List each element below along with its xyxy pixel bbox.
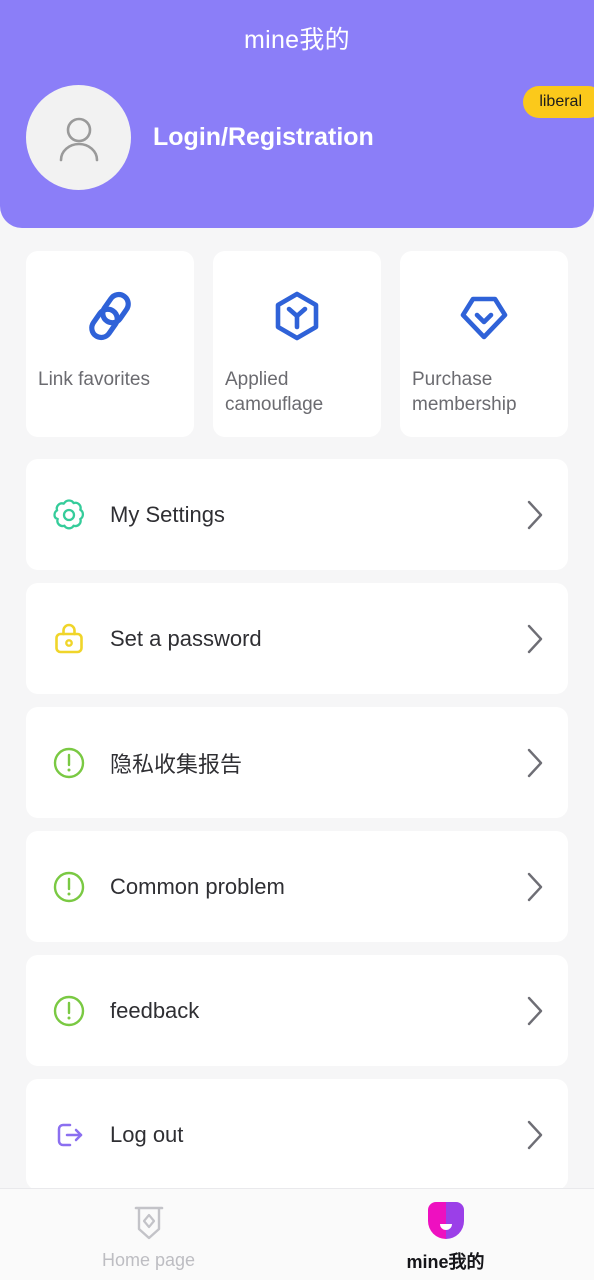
- list-item-label: feedback: [110, 997, 200, 1023]
- card-label: Purchase membership: [412, 369, 517, 415]
- banner-diamond-icon: [130, 1202, 168, 1244]
- card-link-favorites[interactable]: Link favorites: [26, 251, 194, 437]
- bottom-tab-bar: Home page mine我的: [0, 1188, 594, 1280]
- alert-circle-icon: [50, 744, 88, 782]
- card-label: Link favorites: [38, 369, 150, 390]
- alert-circle-icon: [50, 992, 88, 1030]
- chain-link-icon: [38, 285, 182, 347]
- list-item-log-out[interactable]: Log out: [26, 1079, 568, 1190]
- settings-list: My Settings Set a password 隐私收集报告 Common…: [26, 459, 568, 1190]
- profile-circle-icon: [426, 1200, 466, 1242]
- list-item-privacy-report[interactable]: 隐私收集报告: [26, 707, 568, 818]
- tab-home-page[interactable]: Home page: [0, 1189, 297, 1280]
- tab-label: Home page: [101, 1250, 196, 1270]
- chevron-right-icon[interactable]: [524, 622, 546, 656]
- card-label: Applied camouflage: [225, 369, 324, 415]
- page-header: mine我的 Login/Registration liberal: [0, 0, 594, 228]
- tab-label: mine我的: [406, 1251, 485, 1272]
- chevron-right-icon[interactable]: [524, 746, 546, 780]
- status-badge[interactable]: liberal: [523, 86, 594, 118]
- list-item-label: Set a password: [110, 625, 262, 651]
- chevron-right-icon[interactable]: [524, 1118, 546, 1152]
- alert-circle-icon: [50, 868, 88, 906]
- login-registration-label[interactable]: Login/Registration: [153, 123, 374, 152]
- chevron-right-icon[interactable]: [524, 994, 546, 1028]
- list-item-feedback[interactable]: feedback: [26, 955, 568, 1066]
- avatar[interactable]: [26, 85, 131, 190]
- list-item-common-problem[interactable]: Common problem: [26, 831, 568, 942]
- list-item-label: Log out: [110, 1121, 184, 1147]
- chevron-right-icon[interactable]: [524, 870, 546, 904]
- membership-diamond-icon: [412, 285, 556, 347]
- list-item-label: 隐私收集报告: [110, 751, 243, 777]
- gear-icon: [50, 496, 88, 534]
- lock-icon: [50, 620, 88, 658]
- page-title: mine我的: [244, 26, 350, 54]
- hexagon-y-icon: [225, 285, 369, 347]
- list-item-my-settings[interactable]: My Settings: [26, 459, 568, 570]
- feature-card-grid: Link favorites Applied camouflage Purcha…: [26, 251, 568, 437]
- list-item-set-a-password[interactable]: Set a password: [26, 583, 568, 694]
- profile-login-area[interactable]: Login/Registration: [26, 85, 374, 190]
- card-purchase-membership[interactable]: Purchase membership: [400, 251, 568, 437]
- logout-icon: [50, 1116, 88, 1154]
- list-item-label: My Settings: [110, 501, 225, 527]
- user-avatar-icon: [59, 117, 98, 161]
- list-item-label: Common problem: [110, 873, 285, 899]
- card-applied-camouflage[interactable]: Applied camouflage: [213, 251, 381, 437]
- chevron-right-icon[interactable]: [524, 498, 546, 532]
- tab-mine[interactable]: mine我的: [297, 1189, 594, 1280]
